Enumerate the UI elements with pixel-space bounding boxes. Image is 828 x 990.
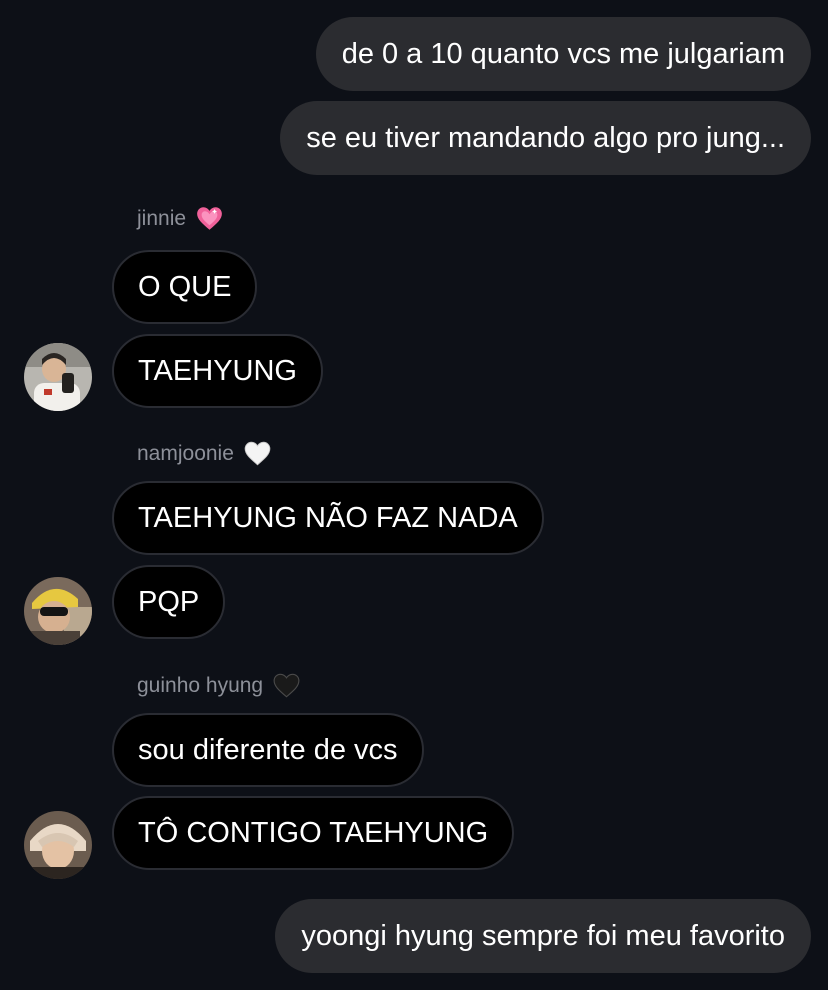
incoming-message[interactable]: PQP	[112, 565, 226, 639]
sender-label-guinho: guinho hyung	[137, 673, 300, 698]
sender-label-jinnie: jinnie	[137, 206, 223, 231]
sender-name: guinho hyung	[137, 673, 264, 697]
message-text: yoongi hyung sempre foi meu favorito	[301, 919, 785, 952]
incoming-message[interactable]: sou diferente de vcs	[112, 713, 424, 787]
sender-label-namjoonie: namjoonie	[137, 441, 271, 466]
message-text: TAEHYUNG NÃO FAZ NADA	[138, 501, 518, 534]
outgoing-message[interactable]: se eu tiver mandando algo pro jung...	[280, 101, 811, 175]
outgoing-message[interactable]: de 0 a 10 quanto vcs me julgariam	[315, 17, 811, 91]
black-heart-icon	[273, 673, 300, 698]
incoming-message[interactable]: TAEHYUNG NÃO FAZ NADA	[112, 481, 544, 555]
incoming-message[interactable]: TAEHYUNG	[112, 334, 323, 408]
incoming-message[interactable]: O QUE	[112, 250, 258, 324]
avatar-guinho[interactable]	[24, 811, 92, 879]
incoming-message[interactable]: TÔ CONTIGO TAEHYUNG	[112, 796, 515, 870]
pink-heart-icon	[197, 207, 222, 230]
message-text: TÔ CONTIGO TAEHYUNG	[138, 816, 489, 849]
outgoing-message[interactable]: yoongi hyung sempre foi meu favorito	[275, 899, 811, 973]
white-heart-icon	[244, 441, 271, 466]
message-text: de 0 a 10 quanto vcs me julgariam	[341, 37, 785, 70]
message-text: PQP	[138, 585, 200, 618]
message-text: se eu tiver mandando algo pro jung...	[306, 121, 785, 154]
message-text: TAEHYUNG	[138, 354, 297, 387]
sender-name: namjoonie	[137, 441, 234, 465]
message-text: sou diferente de vcs	[138, 733, 398, 766]
message-text: O QUE	[138, 270, 232, 303]
sender-name: jinnie	[137, 206, 187, 230]
avatar-jinnie[interactable]	[24, 343, 92, 411]
avatar-namjoonie[interactable]	[24, 577, 92, 645]
